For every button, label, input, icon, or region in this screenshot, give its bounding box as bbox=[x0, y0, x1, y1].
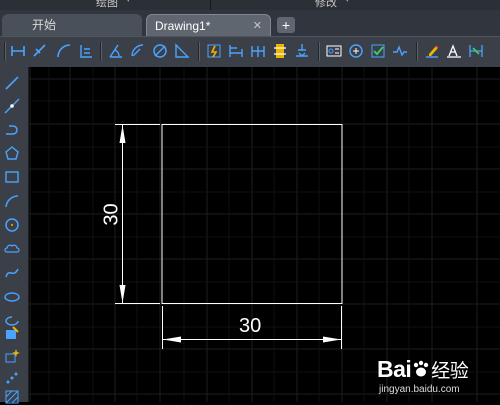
toolbar-separator bbox=[198, 42, 200, 61]
chevron-down-icon[interactable]: ▾ bbox=[345, 0, 350, 5]
arc-length-icon[interactable] bbox=[56, 43, 72, 59]
polygon-icon[interactable] bbox=[4, 145, 20, 161]
horizontal-dimension-text[interactable]: 30 bbox=[239, 315, 261, 338]
linear-dimension-icon[interactable] bbox=[10, 43, 26, 59]
revision-cloud-icon[interactable] bbox=[4, 241, 20, 257]
file-tab-bar: 开始 Drawing1* ✕ + bbox=[0, 10, 500, 36]
baseline-dimension-icon[interactable] bbox=[228, 43, 244, 59]
tab-drawing1[interactable]: Drawing1* ✕ bbox=[146, 14, 271, 36]
toolbar-separator bbox=[416, 42, 418, 61]
dimension-text-edit-icon[interactable] bbox=[446, 43, 462, 59]
arc-icon[interactable] bbox=[4, 193, 20, 209]
construction-line-icon[interactable] bbox=[4, 98, 20, 114]
make-block-icon[interactable] bbox=[4, 348, 20, 364]
watermark-logo-cn: 经验 bbox=[431, 361, 469, 382]
watermark-logo: Bai 经验 bbox=[377, 356, 469, 383]
chevron-down-icon[interactable]: ▾ bbox=[126, 0, 131, 5]
dimension-space-icon[interactable] bbox=[272, 43, 288, 59]
center-mark-icon[interactable] bbox=[348, 43, 364, 59]
watermark-url: jingyan.baidu.com bbox=[379, 384, 460, 395]
rectangle-icon[interactable] bbox=[4, 169, 20, 185]
new-tab-button[interactable]: + bbox=[277, 17, 295, 33]
tab-start[interactable]: 开始 bbox=[2, 14, 142, 36]
watermark-logo-latin: Bai bbox=[377, 356, 412, 382]
tab-label: Drawing1* bbox=[155, 19, 211, 33]
quick-dimension-icon[interactable] bbox=[206, 43, 222, 59]
point-icon[interactable] bbox=[4, 370, 20, 386]
dimension-edit-icon[interactable] bbox=[424, 43, 440, 59]
spline-icon[interactable] bbox=[4, 265, 20, 281]
aligned-dimension-icon[interactable] bbox=[32, 43, 48, 59]
triangle-icon[interactable] bbox=[174, 43, 190, 59]
polyline-icon[interactable] bbox=[4, 121, 20, 137]
close-icon[interactable]: ✕ bbox=[253, 15, 262, 37]
tab-label: 开始 bbox=[32, 18, 57, 32]
toolbar-grip bbox=[4, 42, 6, 61]
drawing-canvas[interactable]: 30 30 Bai 经验 jingyan.baidu.com bbox=[29, 67, 500, 402]
ribbon-separator bbox=[210, 0, 211, 10]
draw-toolbar bbox=[0, 67, 29, 405]
insert-block-icon[interactable] bbox=[4, 325, 20, 341]
circle-icon[interactable] bbox=[4, 217, 20, 233]
horizontal-dim-arrow bbox=[163, 336, 181, 343]
dimension-toolbar bbox=[0, 36, 500, 68]
ribbon-panel-draw[interactable]: 绘图 bbox=[96, 0, 118, 10]
hatch-icon[interactable] bbox=[4, 389, 20, 405]
inspection-icon[interactable] bbox=[370, 43, 386, 59]
continue-dimension-icon[interactable] bbox=[250, 43, 266, 59]
angular-dimension-icon[interactable] bbox=[108, 43, 124, 59]
ribbon-panel-modify[interactable]: 修改 bbox=[315, 0, 337, 10]
drawing-geometry bbox=[115, 124, 343, 349]
line-icon[interactable] bbox=[4, 75, 20, 91]
horizontal-dim-arrow bbox=[323, 336, 341, 343]
baidu-jingyan-watermark: Bai 经验 jingyan.baidu.com bbox=[371, 354, 496, 402]
radius-dimension-icon[interactable] bbox=[130, 43, 146, 59]
paw-icon bbox=[414, 360, 429, 377]
jogged-linear-icon[interactable] bbox=[392, 43, 408, 59]
vertical-dim-arrow bbox=[119, 125, 126, 143]
dimension-break-icon[interactable] bbox=[294, 43, 310, 59]
dimension-update-icon[interactable] bbox=[468, 43, 484, 59]
toolbar-separator bbox=[100, 42, 102, 61]
toolbar-separator bbox=[318, 42, 320, 61]
tolerance-icon[interactable] bbox=[326, 43, 342, 59]
vertical-dim-arrow bbox=[119, 285, 126, 303]
ordinate-dimension-icon[interactable] bbox=[78, 43, 94, 59]
square-shape bbox=[161, 124, 343, 304]
diameter-dimension-icon[interactable] bbox=[152, 43, 168, 59]
ellipse-icon[interactable] bbox=[4, 289, 20, 305]
vertical-dimension-text[interactable]: 30 bbox=[101, 203, 124, 225]
